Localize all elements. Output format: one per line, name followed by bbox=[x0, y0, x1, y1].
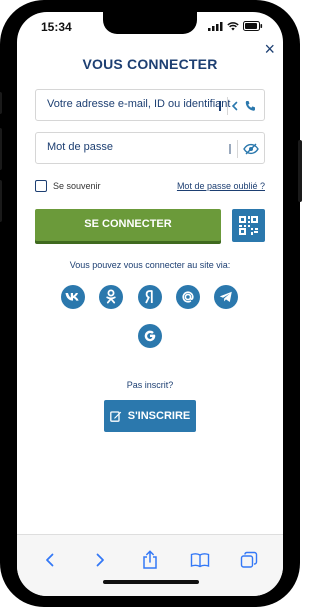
at-sign-icon bbox=[182, 291, 194, 303]
status-time: 15:34 bbox=[41, 20, 72, 34]
chevron-left-icon[interactable] bbox=[228, 99, 242, 113]
vk-icon bbox=[65, 293, 79, 301]
forgot-password-link[interactable]: Mot de passe oublié ? bbox=[177, 181, 265, 191]
yandex-login-button[interactable] bbox=[138, 285, 162, 309]
qr-login-button[interactable] bbox=[232, 209, 265, 242]
status-bar: 15:34 bbox=[17, 12, 283, 38]
yandex-icon bbox=[145, 290, 153, 304]
edit-icon bbox=[109, 411, 121, 422]
telegram-login-button[interactable] bbox=[214, 285, 238, 309]
share-button[interactable] bbox=[138, 548, 162, 572]
remember-me[interactable]: Se souvenir bbox=[35, 180, 101, 192]
signup-button-label: S'INSCRIRE bbox=[127, 410, 191, 422]
battery-icon bbox=[243, 21, 263, 31]
odnoklassniki-login-button[interactable] bbox=[99, 285, 123, 309]
login-button[interactable]: SE CONNECTER bbox=[35, 209, 221, 241]
screen: 15:34 × VOUS CONNECTER Votre adresse e-m… bbox=[17, 12, 283, 596]
signal-icon bbox=[208, 21, 223, 31]
bookmarks-button[interactable] bbox=[188, 548, 212, 572]
social-login-prompt: Vous pouvez vous connecter au site via: bbox=[69, 260, 231, 270]
eye-slash-icon[interactable] bbox=[238, 142, 264, 156]
page-title: VOUS CONNECTER bbox=[82, 56, 218, 72]
signup-button[interactable]: S'INSCRIRE bbox=[104, 400, 196, 432]
home-indicator bbox=[103, 580, 199, 584]
power-button bbox=[298, 140, 302, 202]
bookmarks-icon bbox=[190, 553, 210, 568]
forward-button[interactable] bbox=[88, 548, 112, 572]
telegram-icon bbox=[219, 291, 232, 302]
volume-up-button bbox=[0, 128, 2, 170]
login-field-suffix bbox=[219, 94, 264, 118]
login-field-placeholder: Votre adresse e-mail, ID ou identifiant bbox=[47, 98, 231, 110]
google-icon bbox=[144, 330, 156, 342]
remember-label: Se souvenir bbox=[53, 181, 101, 191]
wifi-icon bbox=[227, 21, 239, 30]
odnoklassniki-icon bbox=[106, 289, 116, 304]
qr-code-icon bbox=[239, 216, 258, 235]
password-field-placeholder: Mot de passe bbox=[47, 141, 114, 153]
mail-ru-login-button[interactable] bbox=[176, 285, 200, 309]
back-button[interactable] bbox=[38, 548, 62, 572]
text-cursor bbox=[229, 144, 231, 154]
login-field[interactable]: Votre adresse e-mail, ID ou identifiant bbox=[35, 89, 265, 121]
password-field[interactable]: Mot de passe bbox=[35, 132, 265, 164]
tabs-icon bbox=[240, 551, 258, 568]
remember-checkbox[interactable] bbox=[35, 180, 47, 192]
share-icon bbox=[143, 550, 157, 569]
text-cursor bbox=[219, 101, 221, 111]
forward-icon bbox=[96, 553, 104, 567]
camera-notch bbox=[103, 12, 197, 34]
volume-down-button bbox=[0, 180, 2, 222]
register-prompt: Pas inscrit? bbox=[126, 380, 174, 390]
status-icons bbox=[208, 21, 263, 31]
phone-frame: 15:34 × VOUS CONNECTER Votre adresse e-m… bbox=[0, 0, 302, 607]
vk-login-button[interactable] bbox=[61, 285, 85, 309]
phone-icon[interactable] bbox=[242, 99, 260, 113]
back-icon bbox=[46, 553, 54, 567]
mute-switch bbox=[0, 92, 2, 114]
tabs-button[interactable] bbox=[237, 548, 261, 572]
google-login-button[interactable] bbox=[138, 324, 162, 348]
password-field-suffix bbox=[229, 137, 264, 161]
browser-toolbar bbox=[17, 534, 283, 596]
